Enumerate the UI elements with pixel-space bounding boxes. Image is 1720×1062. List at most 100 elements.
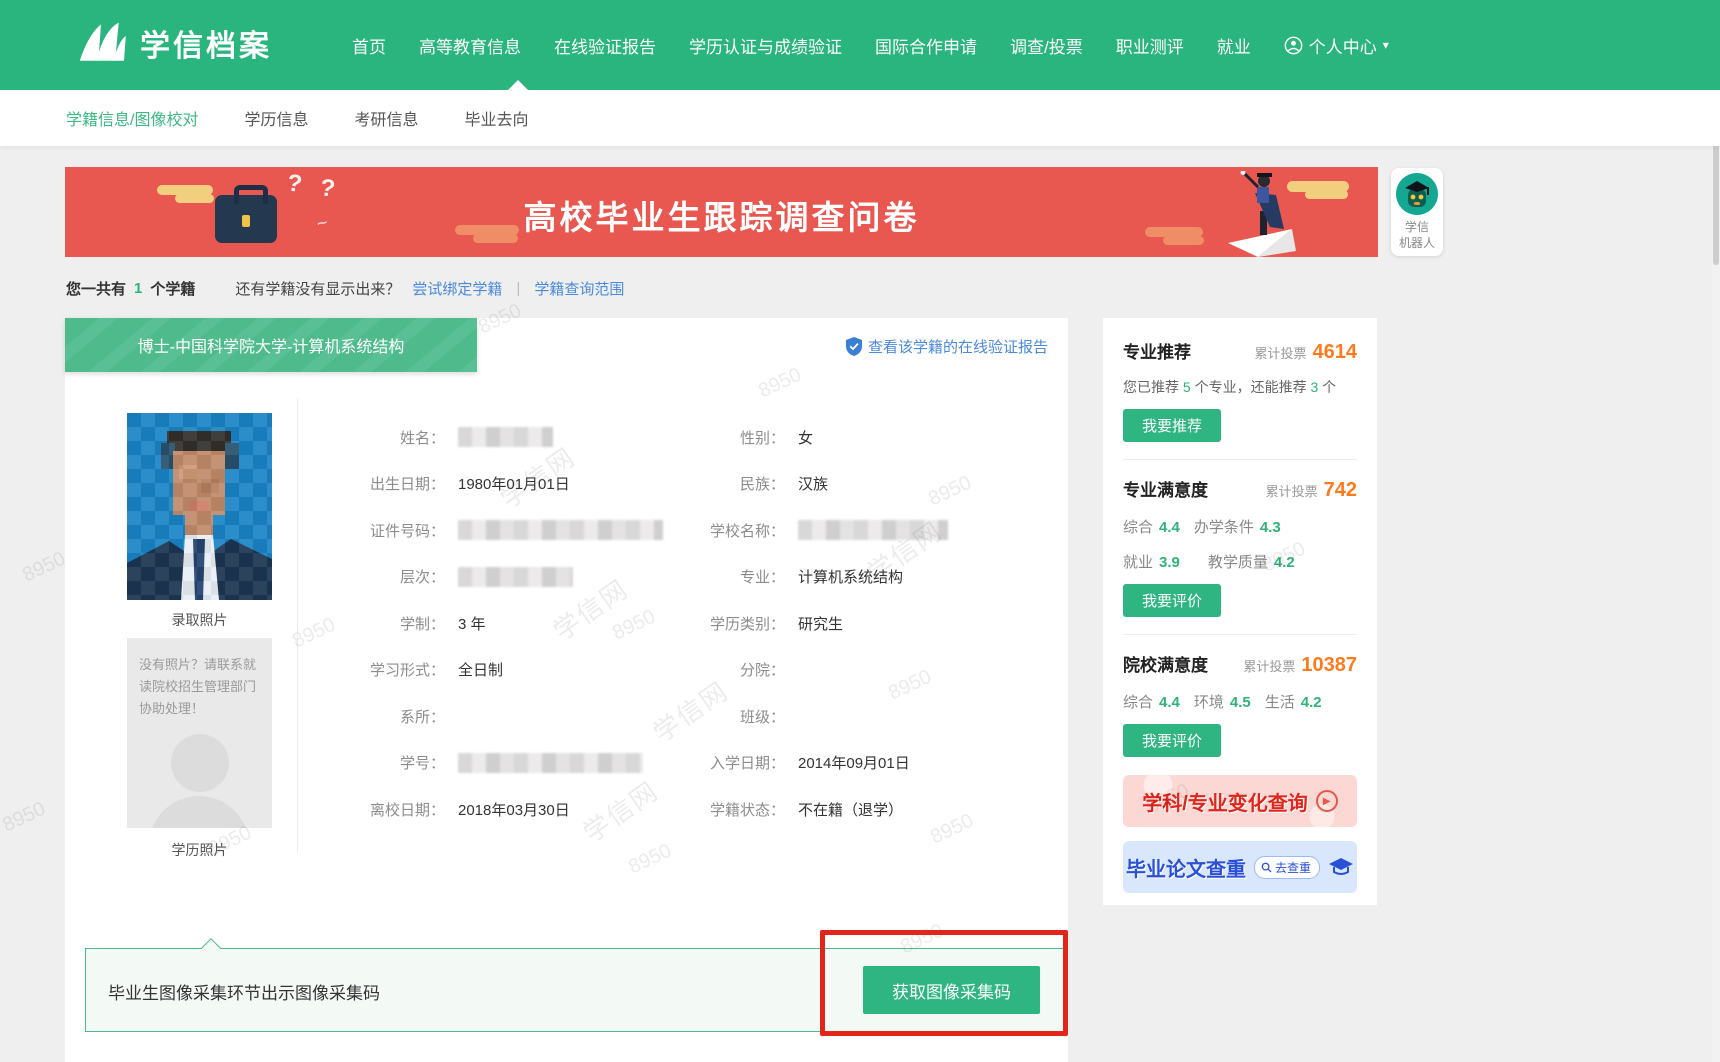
cloud-decoration [1145, 227, 1203, 237]
watermark: 8950 [0, 798, 49, 838]
shield-check-icon [846, 337, 862, 356]
survey-banner[interactable]: ? ? ~ 高校毕业生跟踪调查问卷 [65, 167, 1378, 257]
divider [1123, 459, 1357, 460]
summary-question: 还有学籍没有显示出来？ [235, 278, 400, 299]
nav-item-survey-vote[interactable]: 调查/投票 [1010, 33, 1083, 58]
image-collection-bar: 毕业生图像采集环节出示图像采集码 获取图像采集码 [85, 948, 1065, 1032]
diploma-photo-placeholder: 没有照片？请联系就读院校招生管理部门协助处理！ [127, 638, 272, 828]
divider [1123, 634, 1357, 635]
logo-text: 学信档案 [140, 21, 272, 65]
thesis-check-action[interactable]: 去查重 [1254, 856, 1320, 879]
subtab-postgrad-info[interactable]: 考研信息 [354, 106, 418, 130]
field-name: 姓名： [315, 414, 645, 461]
record-summary-row: 您一共有 1 个学籍 还有学籍没有显示出来？ 尝试绑定学籍 | 学籍查询范围 [66, 278, 624, 299]
votes-label: 累计投票 [1266, 481, 1318, 500]
field-id-number: 证件号码： [315, 507, 645, 554]
field-school-name: 学校名称： [650, 507, 1050, 554]
redacted-value [458, 427, 553, 447]
admission-photo [127, 413, 272, 600]
nav-item-career-test[interactable]: 职业测评 [1116, 33, 1184, 58]
nav-item-higher-edu[interactable]: 高等教育信息 [419, 33, 521, 58]
top-navbar: 学信档案 首页 高等教育信息 在线验证报告 学历认证与成绩验证 国际合作申请 调… [0, 0, 1720, 90]
chevron-down-icon: ▾ [1383, 38, 1389, 52]
nav-item-credential-verify[interactable]: 学历认证与成绩验证 [689, 33, 842, 58]
fields-right-column: 性别：女 民族：汉族 学校名称： 专业：计算机系统结构 学历类别：研究生 分院：… [650, 414, 1050, 833]
subtab-graduation-destination[interactable]: 毕业去向 [464, 106, 528, 130]
redacted-value [458, 753, 643, 773]
rate-major-button[interactable]: 我要评价 [1123, 584, 1221, 617]
verify-report-link[interactable]: 查看该学籍的在线验证报告 [846, 336, 1048, 357]
subtab-enrollment-info[interactable]: 学籍信息/图像校对 [66, 106, 198, 130]
graduate-paper-plane-illustration [1200, 171, 1330, 257]
school-ratings-row: 综合4.4 环境4.5 生活4.2 [1123, 691, 1357, 712]
votes-label: 累计投票 [1254, 343, 1306, 362]
query-scope-link[interactable]: 学籍查询范围 [534, 278, 624, 299]
major-change-query-text: 学科/专业变化查询 [1142, 787, 1308, 816]
diploma-photo-label: 学历照片 [127, 840, 272, 860]
subtab-degree-info[interactable]: 学历信息 [244, 106, 308, 130]
major-ratings-row2: 就业3.9 教学质量4.2 [1123, 551, 1357, 572]
thesis-check-banner[interactable]: 毕业论文查重 去查重 [1123, 841, 1357, 893]
robot-avatar-icon [1396, 173, 1438, 215]
logo[interactable]: 学信档案 [74, 20, 272, 66]
vertical-divider [297, 398, 298, 853]
image-collection-text: 毕业生图像采集环节出示图像采集码 [108, 949, 380, 1033]
summary-prefix: 您一共有 [66, 278, 126, 299]
votes-count: 742 [1324, 479, 1357, 502]
summary-suffix: 个学籍 [150, 278, 195, 299]
nav-item-home[interactable]: 首页 [352, 33, 386, 58]
record-tab[interactable]: 博士-中国科学院大学-计算机系统结构 [65, 318, 477, 372]
section-title: 专业满意度 [1123, 476, 1208, 501]
school-satisfaction-section-header: 院校满意度 累计投票10387 [1123, 651, 1357, 677]
page: 学信档案 首页 高等教育信息 在线验证报告 学历认证与成绩验证 国际合作申请 调… [0, 0, 1720, 1062]
subnav: 学籍信息/图像校对 学历信息 考研信息 毕业去向 [0, 90, 1720, 146]
field-leave-date: 离校日期：2018年03月30日 [315, 786, 645, 833]
rate-school-button[interactable]: 我要评价 [1123, 724, 1221, 757]
thesis-check-text: 毕业论文查重 [1126, 853, 1246, 882]
field-branch: 分院： [650, 647, 1050, 694]
no-photo-text: 没有照片？请联系就读院校招生管理部门协助处理！ [127, 638, 272, 720]
chsi-robot-widget[interactable]: 学信 机器人 [1391, 168, 1443, 256]
field-ethnicity: 民族：汉族 [650, 461, 1050, 508]
fields-left-column: 姓名： 出生日期：1980年01月01日 证件号码： 层次： 学制：3 年 学习… [315, 414, 645, 833]
nav-item-online-verify[interactable]: 在线验证报告 [554, 33, 656, 58]
field-level: 层次： [315, 554, 645, 601]
get-image-collection-code-button[interactable]: 获取图像采集码 [863, 966, 1040, 1014]
robot-widget-label-line1: 学信 [1405, 219, 1429, 235]
user-menu[interactable]: 个人中心 ▾ [1284, 33, 1389, 58]
field-department: 系所： [315, 693, 645, 740]
user-icon [1284, 36, 1303, 55]
major-satisfaction-section-header: 专业满意度 累计投票 742 [1123, 476, 1357, 502]
field-edu-category: 学历类别：研究生 [650, 600, 1050, 647]
nav-menu: 首页 高等教育信息 在线验证报告 学历认证与成绩验证 国际合作申请 调查/投票 … [352, 0, 1389, 90]
recommend-desc: 您已推荐 5 个专业，还能推荐 3 个 [1123, 377, 1357, 397]
graduation-cap-icon [1328, 856, 1354, 878]
major-change-query-banner[interactable]: 学科/专业变化查询 ▶ [1123, 775, 1357, 827]
major-recommend-section-header: 专业推荐 累计投票 4614 [1123, 338, 1357, 364]
logo-pages-icon [74, 20, 128, 66]
field-gender: 性别：女 [650, 414, 1050, 461]
field-study-form: 学习形式：全日制 [315, 647, 645, 694]
robot-widget-label-line2: 机器人 [1399, 235, 1435, 251]
arrow-circle-icon: ▶ [1316, 790, 1338, 812]
nav-item-employment[interactable]: 就业 [1217, 33, 1251, 58]
nav-item-intl-coop[interactable]: 国际合作申请 [875, 33, 977, 58]
field-enrollment-status: 学籍状态：不在籍（退学） [650, 786, 1050, 833]
active-nav-notch [508, 80, 528, 90]
bind-record-link[interactable]: 尝试绑定学籍 [412, 278, 502, 299]
watermark: 8950 [19, 548, 69, 588]
votes-count: 10387 [1301, 654, 1357, 677]
votes-count: 4614 [1313, 341, 1358, 364]
redacted-value [458, 520, 663, 540]
major-ratings-row1: 综合4.4 办学条件4.3 [1123, 516, 1357, 537]
field-enroll-date: 入学日期：2014年09月01日 [650, 740, 1050, 787]
admission-photo-label: 录取照片 [127, 610, 272, 630]
field-major: 专业：计算机系统结构 [650, 554, 1050, 601]
section-title: 专业推荐 [1123, 338, 1191, 363]
scrollbar-track [1712, 0, 1720, 1062]
field-birthdate: 出生日期：1980年01月01日 [315, 461, 645, 508]
votes-label: 累计投票 [1243, 656, 1295, 675]
recommend-button[interactable]: 我要推荐 [1123, 409, 1221, 442]
user-menu-label: 个人中心 [1309, 33, 1377, 58]
field-student-number: 学号： [315, 740, 645, 787]
